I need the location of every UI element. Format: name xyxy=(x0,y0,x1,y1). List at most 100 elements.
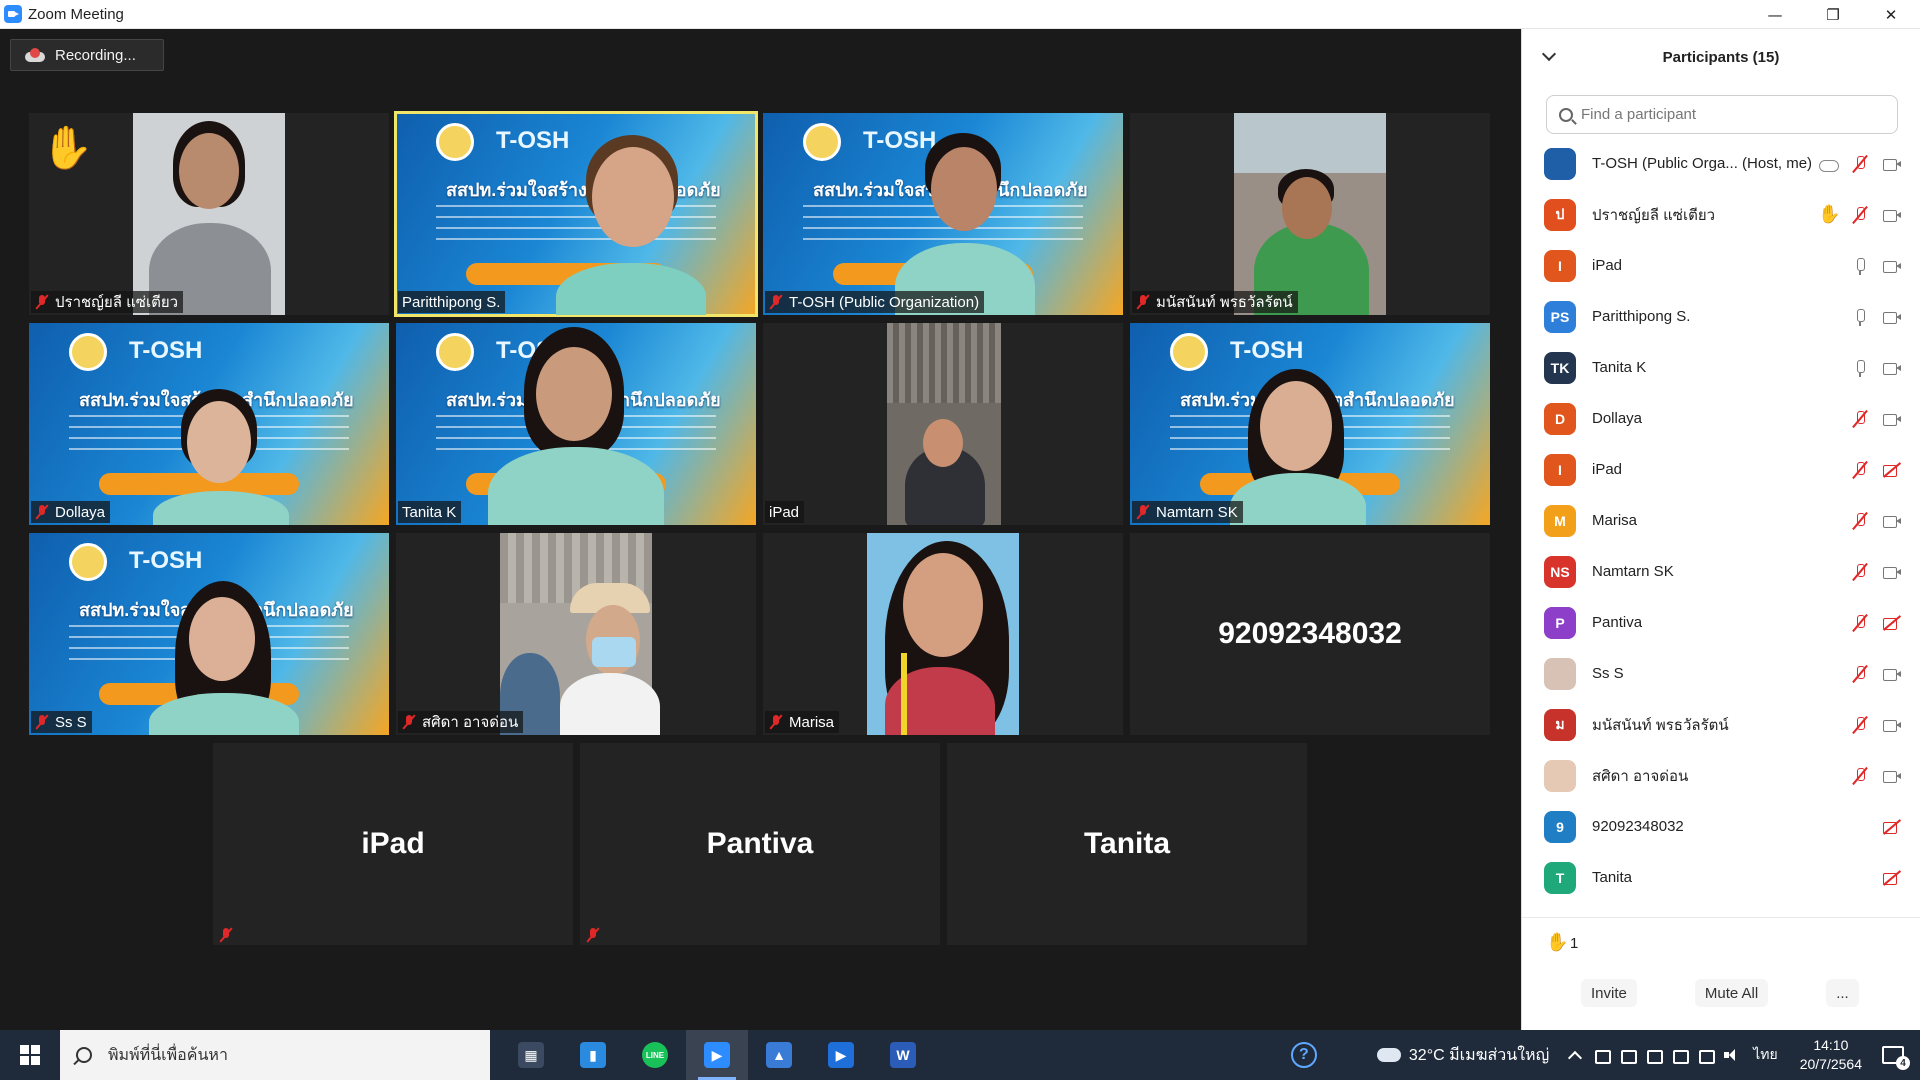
participant-row[interactable]: NS Namtarn SK xyxy=(1522,546,1920,597)
participant-row[interactable]: 9 92092348032 xyxy=(1522,801,1920,852)
start-button[interactable] xyxy=(0,1030,60,1080)
weather-widget[interactable]: 32°C มีเมฆส่วนใหญ่ xyxy=(1376,1043,1549,1068)
battery-icon[interactable] xyxy=(1671,1048,1690,1064)
microphone-muted-icon[interactable] xyxy=(1850,205,1870,225)
wifi-icon[interactable] xyxy=(1697,1048,1716,1064)
taskbar-app-word[interactable]: W xyxy=(872,1030,934,1080)
participant-row[interactable]: TK Tanita K xyxy=(1522,342,1920,393)
video-tile[interactable]: T-OSH สสปท.ร่วมใจสร้างจิตสำนึกปลอดภัย T-… xyxy=(763,113,1123,315)
video-tile-no-video[interactable]: Pantiva xyxy=(580,743,940,945)
taskbar-app-photos[interactable]: ▲ xyxy=(748,1030,810,1080)
mute-all-button[interactable]: Mute All xyxy=(1694,979,1769,1007)
participant-row[interactable]: M Marisa xyxy=(1522,495,1920,546)
participant-search-input[interactable] xyxy=(1581,106,1881,123)
microphone-muted-icon[interactable] xyxy=(1850,154,1870,174)
chevron-down-icon[interactable] xyxy=(1541,46,1557,62)
taskbar-app-file-manager[interactable]: ▮ xyxy=(562,1030,624,1080)
microphone-icon[interactable] xyxy=(1850,256,1870,276)
microphone-icon[interactable] xyxy=(1645,1048,1664,1064)
participant-row[interactable]: D Dollaya xyxy=(1522,393,1920,444)
microphone-muted-icon[interactable] xyxy=(1850,715,1870,735)
video-tile[interactable]: T-OSH สสปท.ร่วมใจสร้างจิตสำนึกปลอดภัย Do… xyxy=(29,323,389,525)
taskbar-app-task-view[interactable]: ▦ xyxy=(500,1030,562,1080)
input-language[interactable]: ไทย xyxy=(1753,1044,1777,1066)
microphone-muted-icon[interactable] xyxy=(1850,562,1870,582)
microphone-muted-icon[interactable] xyxy=(1850,664,1870,684)
onedrive-icon[interactable] xyxy=(1619,1048,1638,1064)
close-button[interactable]: ✕ xyxy=(1862,0,1920,29)
notification-center-icon[interactable]: 4 xyxy=(1882,1046,1910,1070)
microphone-icon[interactable] xyxy=(1850,307,1870,327)
video-tile-active-speaker[interactable]: T-OSH สสปท.ร่วมใจสร้างจิตสำนึกปลอดภัย Pa… xyxy=(394,111,758,317)
video-tile-no-video[interactable]: iPad xyxy=(213,743,573,945)
participant-name: iPad xyxy=(1592,257,1623,274)
invite-button[interactable]: Invite xyxy=(1581,979,1637,1007)
video-tile[interactable]: ✋ ปราชญ์ยลี แซ่เตียว xyxy=(29,113,389,315)
participant-row[interactable]: PS Paritthipong S. xyxy=(1522,291,1920,342)
video-camera-icon[interactable] xyxy=(1882,715,1902,735)
speaker-icon[interactable] xyxy=(1723,1048,1739,1062)
video-camera-off-icon[interactable] xyxy=(1882,613,1902,633)
participant-row[interactable]: P Pantiva xyxy=(1522,597,1920,648)
video-camera-icon[interactable] xyxy=(1882,256,1902,276)
participant-row[interactable]: Ss S xyxy=(1522,648,1920,699)
banner-logo: T-OSH xyxy=(129,337,203,364)
raised-hand-icon: ✋ xyxy=(41,123,94,172)
clock[interactable]: 14:10 20/7/2564 xyxy=(1800,1036,1862,1074)
recording-label: Recording... xyxy=(55,46,136,64)
taskbar-search[interactable]: พิมพ์ที่นี่เพื่อค้นหา xyxy=(60,1030,490,1080)
microphone-muted-icon[interactable] xyxy=(1850,409,1870,429)
video-camera-icon[interactable] xyxy=(1882,307,1902,327)
video-tile[interactable]: iPad xyxy=(763,323,1123,525)
video-tile[interactable]: T-OSH สสปท.ร่วมใจสร้างจิตสำนึกปลอดภัย Na… xyxy=(1130,323,1490,525)
video-tile[interactable]: สศิดา อาจด่อน xyxy=(396,533,756,735)
video-camera-icon[interactable] xyxy=(1882,664,1902,684)
participant-row[interactable]: IiPad xyxy=(1522,240,1920,291)
mic-muted-icon xyxy=(586,927,600,943)
video-camera-icon[interactable] xyxy=(1882,766,1902,786)
video-camera-off-icon[interactable] xyxy=(1882,460,1902,480)
dropbox-icon[interactable] xyxy=(1593,1048,1612,1064)
organization-seal-icon xyxy=(803,123,841,161)
microphone-muted-icon[interactable] xyxy=(1850,511,1870,531)
show-hidden-icons-icon[interactable] xyxy=(1567,1048,1583,1062)
participant-name: ปราชญ์ยลี แซ่เตียว xyxy=(55,294,179,311)
video-camera-icon[interactable] xyxy=(1882,511,1902,531)
line-icon: LINE xyxy=(642,1042,668,1068)
taskbar-app-zoom[interactable]: ▶ xyxy=(686,1030,748,1080)
video-camera-icon[interactable] xyxy=(1882,358,1902,378)
microphone-icon[interactable] xyxy=(1850,358,1870,378)
video-tile[interactable]: Marisa xyxy=(763,533,1123,735)
recording-indicator[interactable]: Recording... xyxy=(10,39,164,71)
video-camera-icon[interactable] xyxy=(1882,154,1902,174)
video-camera-icon[interactable] xyxy=(1882,562,1902,582)
video-camera-off-icon[interactable] xyxy=(1882,868,1902,888)
participant-name-tag: Marisa xyxy=(765,711,840,733)
minimize-button[interactable]: — xyxy=(1746,0,1804,29)
more-options-button[interactable]: ... xyxy=(1826,979,1859,1007)
video-gallery: Recording... ✋ ปราชญ์ยลี แซ่เตียว T-OSH … xyxy=(0,29,1521,1030)
participant-display-name: Tanita xyxy=(1083,827,1171,860)
video-camera-icon[interactable] xyxy=(1882,409,1902,429)
video-tile[interactable]: T-OSH สสปท.ร่วมใจสร้างจิตสำนึกปลอดภัย Ta… xyxy=(396,323,756,525)
restore-button[interactable]: ❐ xyxy=(1804,0,1862,29)
participant-search[interactable] xyxy=(1546,95,1898,134)
participant-row[interactable]: สศิดา อาจด่อน xyxy=(1522,750,1920,801)
participant-row[interactable]: ป ปราชญ์ยลี แซ่เตียว ✋ xyxy=(1522,189,1920,240)
taskbar-app-video-editor[interactable]: ▶ xyxy=(810,1030,872,1080)
video-camera-icon[interactable] xyxy=(1882,205,1902,225)
taskbar-app-line[interactable]: LINE xyxy=(624,1030,686,1080)
microphone-muted-icon[interactable] xyxy=(1850,766,1870,786)
participant-row[interactable]: T Tanita xyxy=(1522,852,1920,903)
participant-row[interactable]: T-OSH (Public Orga... (Host, me) xyxy=(1522,138,1920,189)
video-tile[interactable]: T-OSH สสปท.ร่วมใจสร้างจิตสำนึกปลอดภัย Ss… xyxy=(29,533,389,735)
help-icon[interactable]: ? xyxy=(1290,1042,1317,1068)
participant-row[interactable]: ม มนัสนันท์ พรธวัลรัตน์ xyxy=(1522,699,1920,750)
microphone-muted-icon[interactable] xyxy=(1850,613,1870,633)
video-tile-no-video[interactable]: 92092348032 xyxy=(1130,533,1490,735)
video-camera-off-icon[interactable] xyxy=(1882,817,1902,837)
microphone-muted-icon[interactable] xyxy=(1850,460,1870,480)
video-tile[interactable]: มนัสนันท์ พรธวัลรัตน์ xyxy=(1130,113,1490,315)
video-tile-no-video[interactable]: Tanita xyxy=(947,743,1307,945)
participant-row[interactable]: IiPad xyxy=(1522,444,1920,495)
